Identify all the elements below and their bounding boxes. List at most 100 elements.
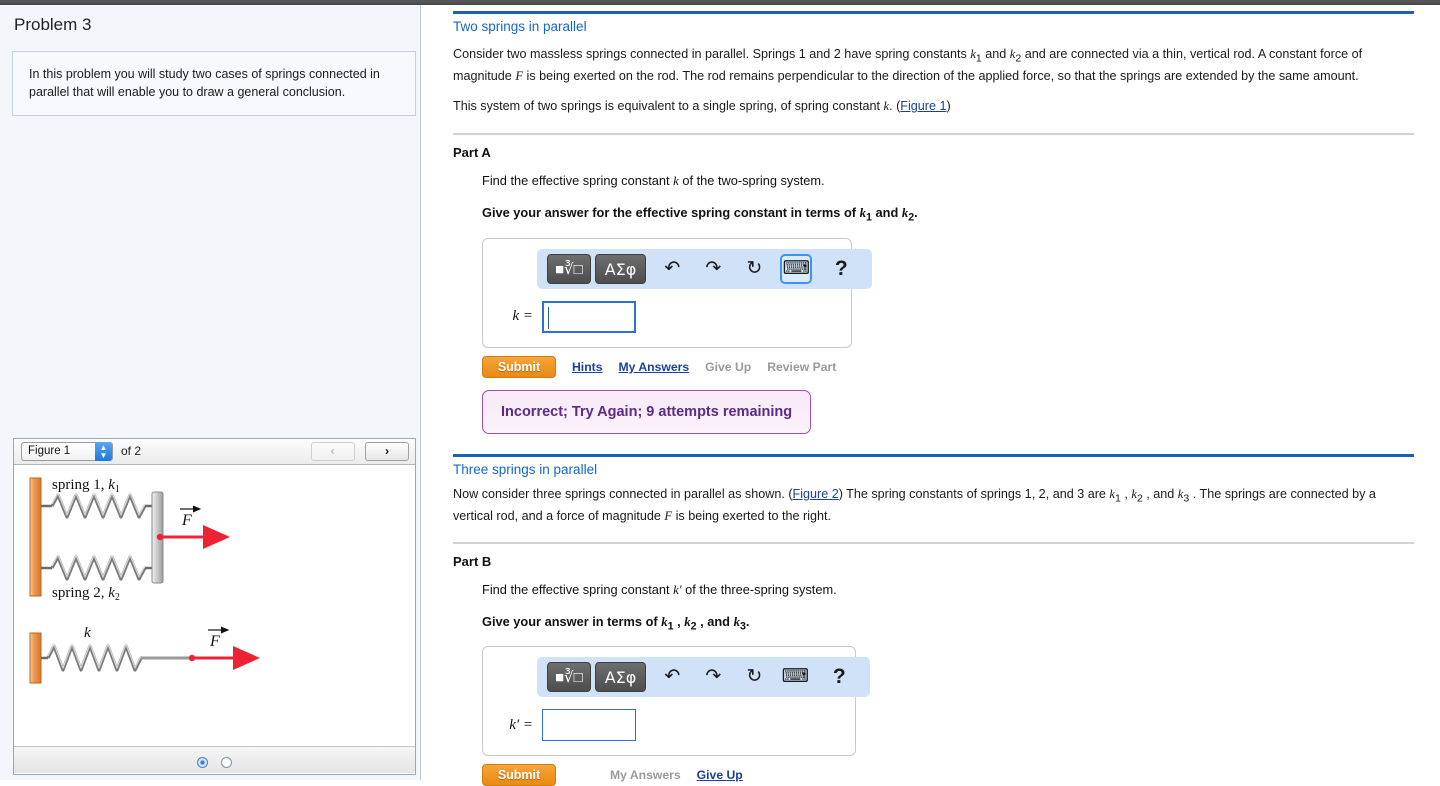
- figure-next-button[interactable]: ›: [365, 442, 409, 461]
- s2-b: ) The spring constants of springs 1, 2, …: [838, 486, 1110, 501]
- page-title: Problem 3: [14, 15, 92, 34]
- figure-pagination: [14, 746, 415, 773]
- section1-paragraph-1: Consider two massless springs connected …: [453, 45, 1414, 86]
- part-a-answer-input[interactable]: [542, 300, 636, 333]
- s1p1-d: is being exerted on the rod. The rod rem…: [523, 69, 1359, 84]
- part-b-question: Find the effective spring constant k′ of…: [482, 582, 1414, 598]
- part-a-math-toolbar: ■∛□ ΑΣφ ↶ ↷ ↻ ⌨?: [537, 248, 873, 289]
- section1-paragraph-2: This system of two springs is equivalent…: [453, 97, 1414, 116]
- help-icon[interactable]: ?: [826, 254, 856, 284]
- s1p1-a: Consider two massless springs connected …: [453, 47, 971, 61]
- part-b-divider: [453, 541, 1414, 544]
- template-sqrt-icon[interactable]: ■∛□: [547, 662, 591, 693]
- part-a-feedback-text: Incorrect; Try Again; 9 attempts remaini…: [501, 403, 793, 420]
- part-b-heading: Part B: [453, 553, 492, 569]
- part-a-hints-link[interactable]: Hints: [572, 360, 602, 374]
- figure-count-label: of 2: [121, 444, 142, 458]
- figure-viewer: Figure 1 ▲ ▼ of 2 ‹ › F spring 1, k1 spr…: [13, 438, 416, 775]
- part-a-give-up-link[interactable]: Give Up: [705, 360, 751, 374]
- keyboard-icon[interactable]: ⌨: [780, 662, 810, 692]
- part-a-submit-button[interactable]: Submit: [482, 355, 556, 378]
- svg-text:k: k: [84, 625, 91, 641]
- figure-canvas[interactable]: F spring 1, k1 spring 2, k2 k F: [14, 465, 415, 746]
- chevron-updown-icon[interactable]: ▲ ▼: [95, 442, 112, 461]
- s2-f: is being exerted to the right.: [672, 508, 832, 523]
- part-a-answer-row: k =: [495, 300, 839, 333]
- figure-prev-button[interactable]: ‹: [310, 442, 355, 461]
- s1p2-b: . (: [889, 99, 901, 114]
- greek-letters-button[interactable]: ΑΣφ: [594, 253, 647, 284]
- s1p2-c: ): [946, 99, 951, 114]
- pb-q-k: k′: [673, 582, 682, 597]
- problem-content: Two springs in parallel Consider two mas…: [431, 5, 1440, 786]
- s2-F: F: [664, 508, 673, 523]
- undo-icon[interactable]: ↶: [657, 254, 687, 284]
- help-icon[interactable]: ?: [824, 662, 854, 692]
- figure-1-link[interactable]: Figure 1: [900, 99, 946, 113]
- problem-intro-box: In this problem you will study two cases…: [12, 51, 416, 117]
- part-b-body: Find the effective spring constant k′ of…: [482, 582, 1414, 786]
- s2-a: Now consider three springs connected in …: [453, 486, 793, 501]
- part-b-answer-label: k′ =: [509, 716, 533, 733]
- section2-paragraph: Now consider three springs connected in …: [453, 485, 1414, 526]
- s1p2-a: This system of two springs is equivalent…: [453, 99, 884, 114]
- figure-select-value: Figure 1: [28, 445, 71, 457]
- undo-icon[interactable]: ↶: [657, 662, 687, 692]
- part-a-answer-label: k =: [512, 308, 533, 325]
- redo-icon[interactable]: ↷: [698, 254, 728, 284]
- part-a-heading: Part A: [453, 145, 491, 161]
- figure-toolbar: Figure 1 ▲ ▼ of 2 ‹ ›: [14, 439, 415, 465]
- part-a-review-part-link[interactable]: Review Part: [767, 360, 836, 374]
- pb-i-mid1: ,: [673, 613, 685, 629]
- greek-letters-button[interactable]: ΑΣφ: [594, 662, 647, 693]
- text-caret: [548, 306, 549, 329]
- svg-text:F: F: [209, 633, 220, 650]
- section-title-three-springs: Three springs in parallel: [453, 461, 598, 477]
- part-b-submit-button[interactable]: Submit: [482, 764, 556, 786]
- s1p1-F: F: [515, 69, 524, 84]
- part-a-instruction: Give your answer for the effective sprin…: [482, 205, 1414, 224]
- pb-i-end: .: [745, 613, 750, 629]
- section-title-two-springs: Two springs in parallel: [453, 19, 587, 34]
- part-a-body: Find the effective spring constant k of …: [482, 173, 1414, 434]
- part-b-instruction: Give your answer in terms of k1 , k2 , a…: [482, 614, 1414, 633]
- svg-text:spring 1, k1: spring 1, k1: [52, 477, 120, 495]
- figure-select[interactable]: Figure 1 ▲ ▼: [21, 442, 113, 461]
- svg-text:spring 2, k2: spring 2, k2: [52, 585, 120, 603]
- part-b-math-toolbar: ■∛□ ΑΣφ ↶ ↷ ↻ ⌨?: [537, 657, 871, 698]
- part-b-submit-row: Submit My Answers Give Up: [482, 764, 1414, 786]
- redo-icon[interactable]: ↷: [698, 662, 728, 692]
- figure-2-link[interactable]: Figure 2: [793, 487, 839, 501]
- figure-nav-buttons: ‹ ›: [305, 442, 409, 461]
- svg-text:F: F: [181, 512, 192, 529]
- reset-icon[interactable]: ↻: [739, 662, 769, 692]
- keyboard-icon[interactable]: ⌨: [780, 253, 813, 284]
- part-a-question: Find the effective spring constant k of …: [482, 173, 1414, 189]
- part-b-give-up-link[interactable]: Give Up: [697, 768, 743, 782]
- part-a-divider: [453, 133, 1414, 136]
- pa-i-mid: and: [871, 205, 902, 221]
- part-a-feedback-banner: Incorrect; Try Again; 9 attempts remaini…: [482, 389, 812, 434]
- pa-q-b: of the two-spring system.: [678, 173, 825, 189]
- pb-i-a: Give your answer in terms of: [482, 613, 662, 629]
- template-sqrt-icon[interactable]: ■∛□: [547, 253, 591, 284]
- part-a-answer-box: ■∛□ ΑΣφ ↶ ↷ ↻ ⌨? k =: [482, 237, 873, 348]
- part-b-my-answers-link[interactable]: My Answers: [610, 768, 681, 782]
- problem-sidebar: Problem 3 In this problem you will study…: [0, 5, 421, 780]
- part-a-my-answers-link[interactable]: My Answers: [618, 360, 689, 374]
- problem-intro-text: In this problem you will study two cases…: [29, 67, 380, 100]
- reset-icon[interactable]: ↻: [739, 254, 769, 284]
- pa-i-end: .: [914, 205, 918, 221]
- figure-page-dot-1[interactable]: [197, 757, 209, 769]
- pb-q-a: Find the effective spring constant: [482, 581, 674, 597]
- pb-i-mid2: , and: [696, 613, 734, 629]
- pa-i-a: Give your answer for the effective sprin…: [482, 205, 860, 221]
- part-a-submit-row: Submit Hints My Answers Give Up Review Part: [482, 355, 1414, 378]
- figure-page-dot-2[interactable]: [220, 757, 232, 769]
- section-divider-two: [453, 453, 1414, 457]
- s2-d: , and: [1142, 486, 1178, 501]
- section-divider-top: [453, 11, 1414, 14]
- part-b-answer-input[interactable]: [542, 709, 636, 742]
- s2-c: ,: [1120, 486, 1132, 501]
- part-b-answer-box: ■∛□ ΑΣφ ↶ ↷ ↻ ⌨? k′ =: [482, 646, 871, 757]
